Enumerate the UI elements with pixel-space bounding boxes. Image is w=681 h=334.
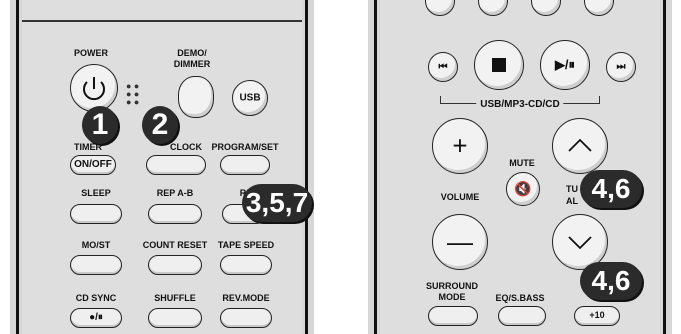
next-icon: ⏭ (616, 61, 626, 73)
volume-down-button[interactable]: — (432, 214, 488, 270)
tape-speed-label: TAPE SPEED (217, 240, 275, 250)
record-pause-icon: ●/⏸ (89, 312, 103, 323)
left-remote-edge-left (16, 0, 19, 334)
tape-speed-button[interactable] (220, 255, 272, 275)
mo-st-button[interactable] (70, 255, 122, 275)
right-remote-edge-right (663, 0, 666, 334)
count-reset-label: COUNT RESET (142, 240, 208, 250)
cd-sync-button[interactable]: ●/⏸ (70, 308, 122, 328)
previous-icon: ⏮ (438, 61, 448, 73)
power-label: POWER (73, 48, 109, 58)
rev-mode-button[interactable] (220, 308, 272, 328)
stop-icon (492, 58, 506, 72)
stop-button[interactable] (474, 40, 524, 90)
plus-icon: + (452, 130, 468, 161)
volume-label: VOLUME (440, 192, 480, 202)
tuning-label: TU (566, 184, 578, 194)
demo-dimmer-button[interactable] (178, 76, 214, 118)
left-remote-edge-right (305, 0, 308, 334)
demo-dimmer-label: DEMO/ DIMMER (173, 48, 211, 69)
sensor-dots: ● ● ● ● ● ● (126, 81, 140, 107)
surround-mode-button[interactable] (428, 306, 478, 326)
mute-button[interactable]: 🔇 (506, 172, 540, 206)
right-remote-edge-left (374, 0, 377, 334)
cd-sync-label: CD SYNC (75, 293, 117, 303)
shuffle-label: SHUFFLE (154, 293, 196, 303)
minus-icon: — (447, 226, 473, 257)
program-set-label: PROGRAM/SET (211, 142, 279, 152)
next-button[interactable]: ⏭ (606, 52, 636, 82)
callout-3-5-7: 3,5,7 (242, 184, 312, 222)
plus10-button[interactable]: +10 (574, 306, 620, 326)
shuffle-button[interactable] (148, 308, 202, 328)
usb-label: USB (239, 92, 261, 104)
surround-mode-label: SURROUND MODE (425, 281, 479, 302)
eq-sbass-label: EQ/S.BASS (495, 293, 545, 303)
album-label: AL (566, 196, 578, 206)
sleep-label: SLEEP (81, 188, 111, 198)
play-pause-icon: ▶/⏸ (554, 57, 576, 72)
clock-label: CLOCK (170, 142, 202, 152)
callout-4-6-bottom: 4,6 (580, 262, 642, 300)
mo-st-label: MO/ST (81, 240, 111, 250)
play-pause-button[interactable]: ▶/⏸ (540, 40, 590, 90)
on-off-label: ON/OFF (74, 159, 112, 170)
tuning-up-button[interactable] (552, 118, 608, 174)
callout-1: 1 (82, 106, 118, 144)
mute-icon: 🔇 (514, 180, 532, 197)
program-set-button[interactable] (220, 155, 270, 175)
count-reset-button[interactable] (148, 255, 202, 275)
previous-button[interactable]: ⏮ (428, 52, 458, 82)
rep-ab-label: REP A-B (156, 188, 194, 198)
callout-2: 2 (142, 106, 178, 144)
clock-button[interactable] (146, 155, 206, 175)
chevron-up-icon (568, 138, 592, 152)
usb-button[interactable]: USB (232, 80, 268, 116)
volume-up-button[interactable]: + (432, 118, 488, 174)
callout-4-6-top: 4,6 (580, 170, 642, 208)
rev-mode-label: REV.MODE (222, 293, 270, 303)
power-button[interactable] (70, 64, 118, 112)
sleep-button[interactable] (70, 204, 122, 224)
mute-label: MUTE (509, 158, 535, 168)
usb-mp3-cd-label: USB/MP3-CD/CD (476, 99, 564, 110)
rep-ab-button[interactable] (148, 204, 202, 224)
plus10-label: +10 (589, 310, 605, 320)
power-icon (83, 77, 105, 101)
timer-on-off-button[interactable]: ON/OFF (70, 155, 116, 175)
eq-sbass-button[interactable] (498, 306, 546, 326)
left-remote-top-strip (22, 20, 302, 22)
